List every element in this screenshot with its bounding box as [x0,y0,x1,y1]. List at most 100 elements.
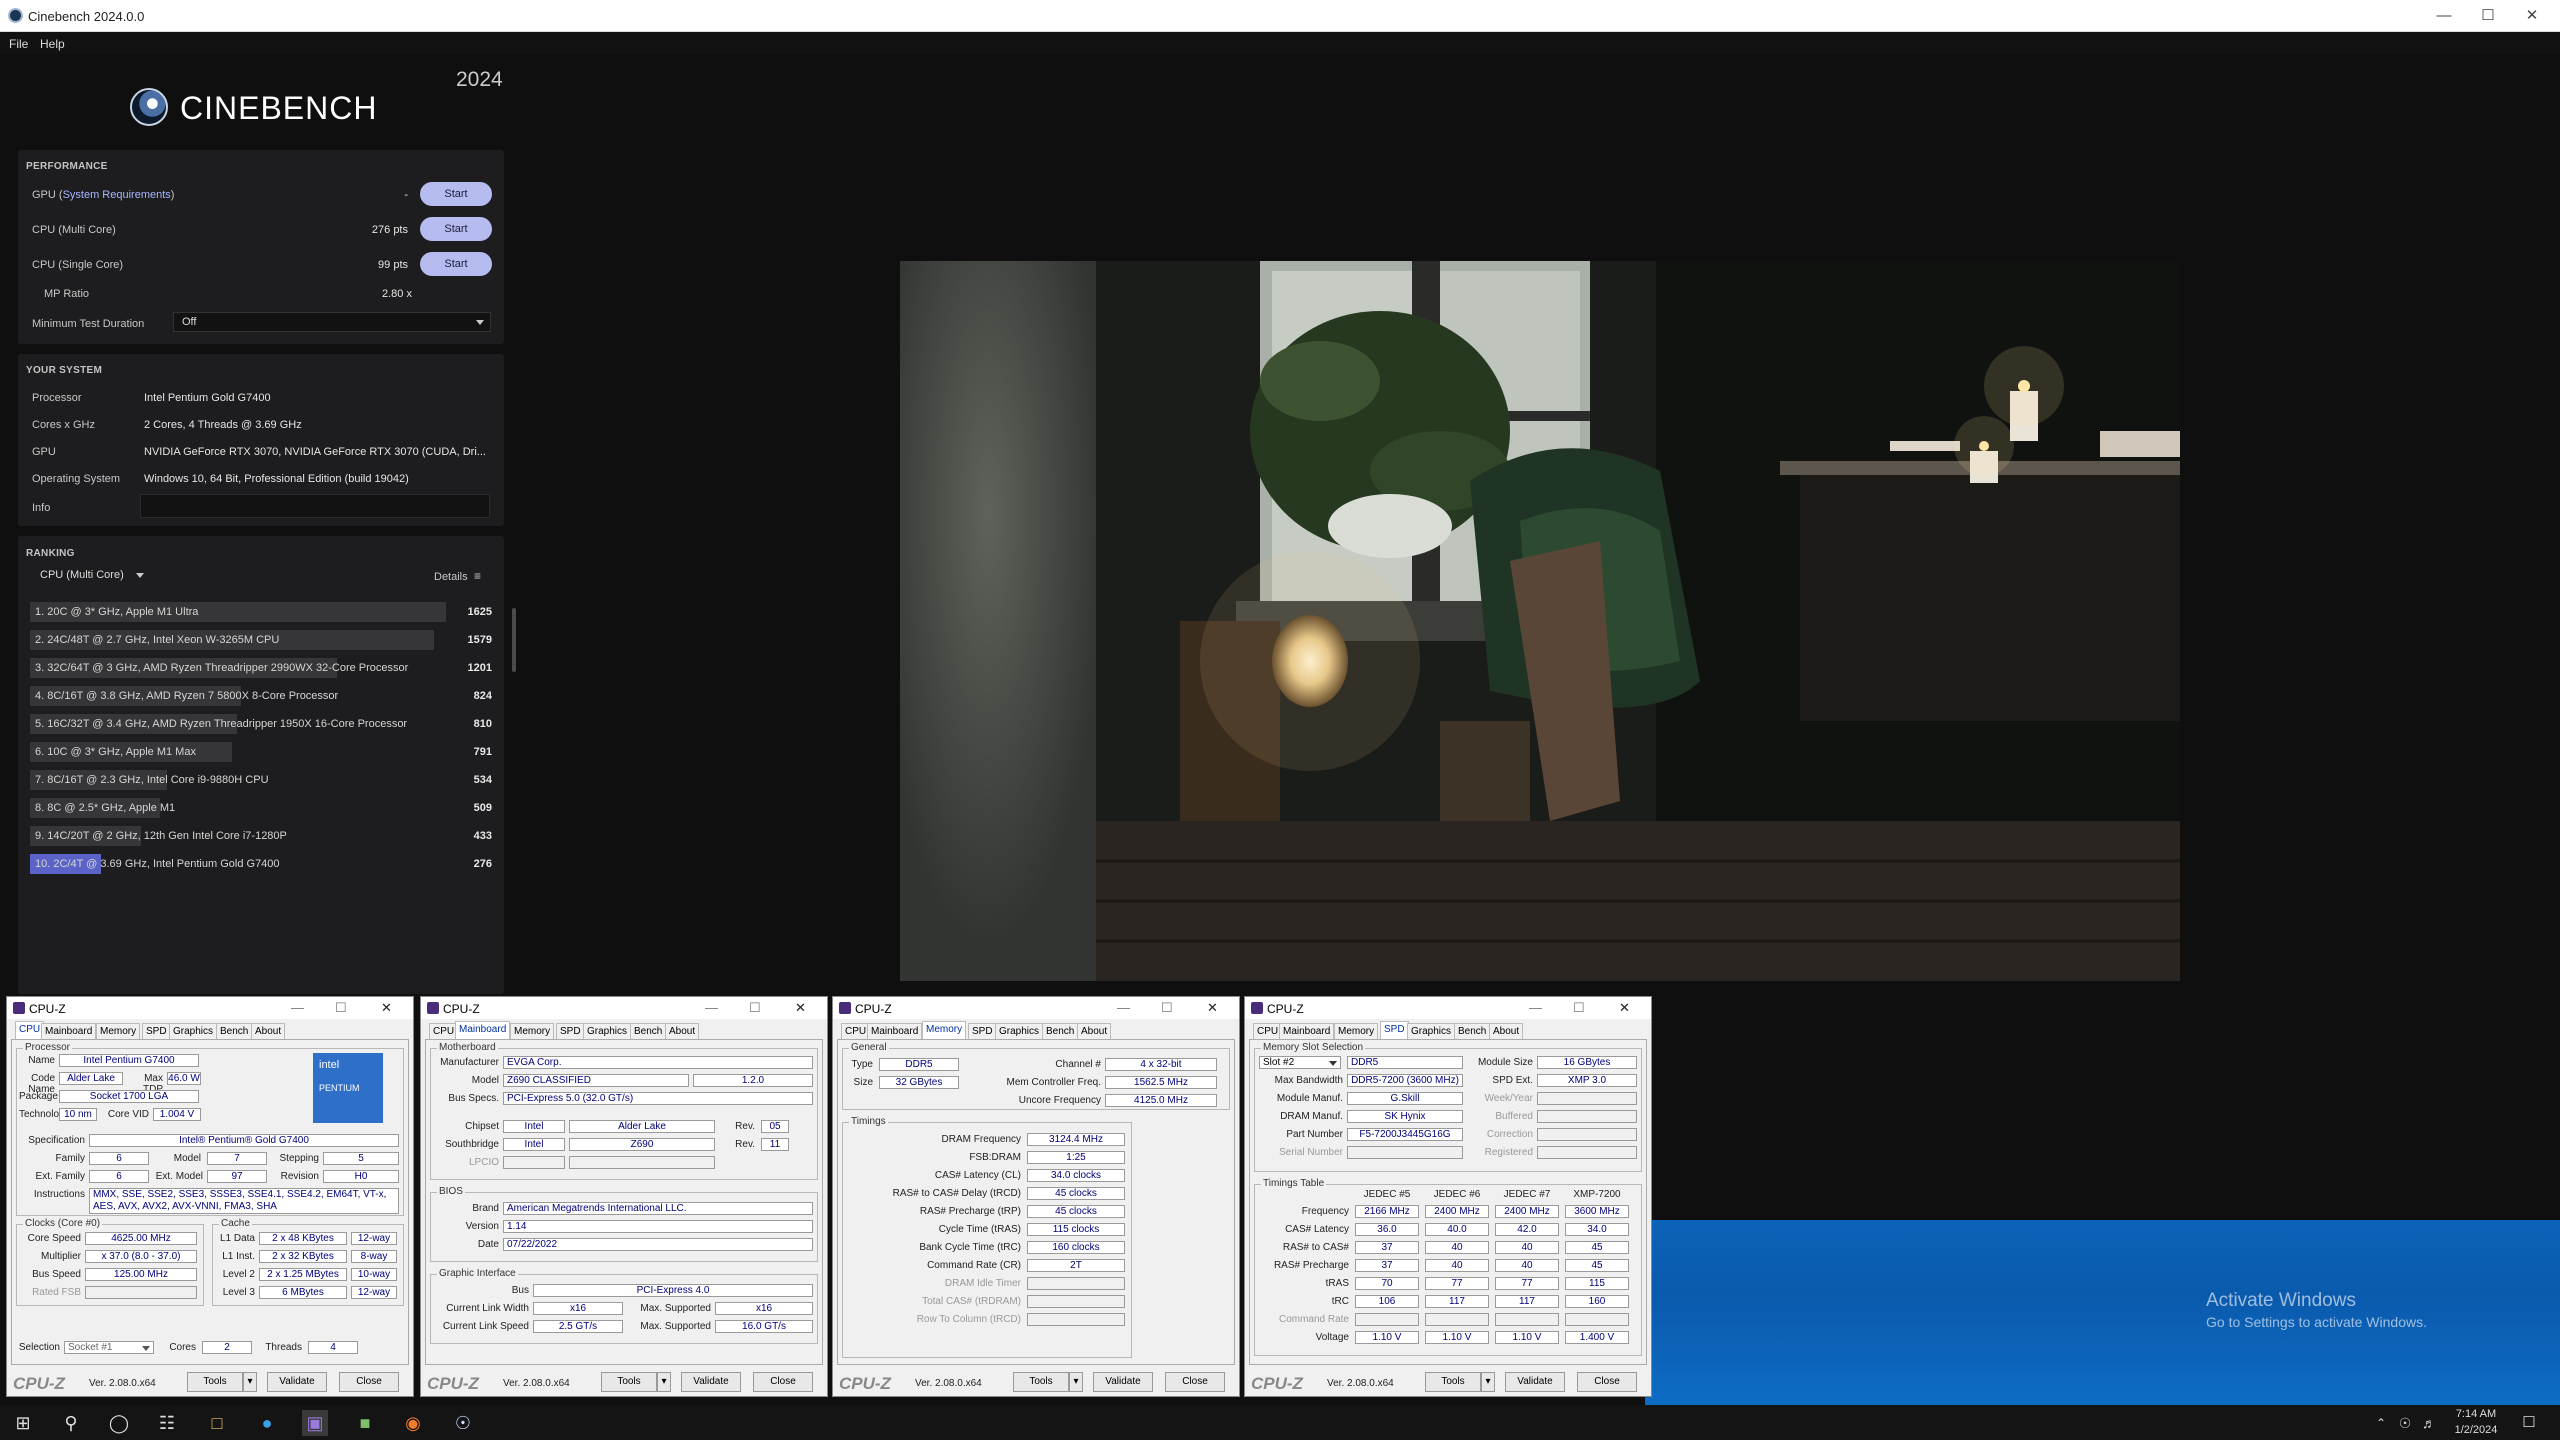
tab-mainboard[interactable]: Mainboard [867,1023,923,1039]
validate-button[interactable]: Validate [267,1372,327,1392]
tab-memory[interactable]: Memory [96,1023,141,1039]
menu-help[interactable]: Help [40,37,65,51]
file-explorer-icon[interactable]: □ [204,1410,230,1436]
ranking-row[interactable]: 6. 10C @ 3* GHz, Apple M1 Max 791 [30,742,492,762]
minimize-icon[interactable]: — [1117,1000,1130,1015]
gpuz-taskbar-icon[interactable]: ■ [352,1410,378,1436]
tab-graphics[interactable]: Graphics [995,1023,1044,1039]
tab-cpu[interactable]: CPU [841,1023,871,1039]
tab-graphics[interactable]: Graphics [169,1023,218,1039]
menu-file[interactable]: File [9,37,28,51]
panel-scrollbar[interactable] [512,608,516,672]
tab-spd[interactable]: SPD [968,1023,997,1039]
ranking-select[interactable]: CPU (Multi Core) [32,566,150,586]
tab-mainboard[interactable]: Mainboard [455,1021,511,1039]
task-view-icon[interactable]: ☷ [154,1410,180,1436]
close-icon[interactable]: ✕ [795,1000,806,1016]
maximize-icon[interactable]: ☐ [335,1000,347,1016]
cinebench-taskbar-icon[interactable]: ☉ [450,1410,476,1436]
close-button[interactable]: Close [339,1372,399,1392]
close-button[interactable]: Close [1577,1372,1637,1392]
minimize-icon[interactable]: — [291,1000,304,1015]
tab-cpu[interactable]: CPU [429,1023,459,1039]
validate-button[interactable]: Validate [681,1372,741,1392]
minimize-icon[interactable]: — [2424,4,2464,28]
ranking-row[interactable]: 1. 20C @ 3* GHz, Apple M1 Ultra 1625 [30,602,492,622]
tab-about[interactable]: About [251,1023,286,1039]
tab-bench[interactable]: Bench [630,1023,667,1039]
tab-about[interactable]: About [1077,1023,1112,1039]
close-icon[interactable]: ✕ [2512,4,2552,28]
tab-bench[interactable]: Bench [1454,1023,1491,1039]
tab-mainboard[interactable]: Mainboard [1279,1023,1335,1039]
selection-select[interactable]: Socket #1 [64,1341,154,1354]
close-icon[interactable]: ✕ [381,1000,392,1016]
tab-memory[interactable]: Memory [922,1021,967,1039]
tab-graphics[interactable]: Graphics [1407,1023,1456,1039]
tools-button[interactable]: Tools [1425,1372,1481,1392]
selection-value: Socket #1 [68,1342,113,1353]
tab-mainboard[interactable]: Mainboard [41,1023,97,1039]
firefox-icon[interactable]: ◉ [400,1410,426,1436]
cpu-multi-start-button[interactable]: Start [420,217,492,241]
maximize-icon[interactable]: ☐ [1573,1000,1585,1016]
chevron-down-icon[interactable]: ▾ [657,1372,671,1392]
tools-button[interactable]: Tools [187,1372,243,1392]
close-icon[interactable]: ✕ [1619,1000,1630,1016]
chevron-down-icon[interactable]: ▾ [1069,1372,1083,1392]
cpuz-taskbar-icon[interactable]: ▣ [302,1410,328,1436]
slot-select[interactable]: Slot #2 [1259,1056,1341,1069]
chevron-down-icon[interactable]: ▾ [243,1372,257,1392]
tools-button[interactable]: Tools [601,1372,657,1392]
start-windows-icon[interactable]: ⊞ [10,1410,36,1436]
ranking-row[interactable]: 9. 14C/20T @ 2 GHz, 12th Gen Intel Core … [30,826,492,846]
chevron-up-icon[interactable]: ⌃ [2368,1410,2394,1436]
gpu-start-button[interactable]: Start [420,182,492,206]
clock-time[interactable]: 7:14 AM [2450,1408,2502,1420]
cpu-single-start-button[interactable]: Start [420,252,492,276]
tab-bench[interactable]: Bench [216,1023,253,1039]
tab-memory[interactable]: Memory [1334,1023,1379,1039]
system-requirements-link[interactable]: System Requirements [63,189,171,201]
chevron-down-icon[interactable]: ▾ [1481,1372,1495,1392]
ranking-row[interactable]: 5. 16C/32T @ 3.4 GHz, AMD Ryzen Threadri… [30,714,492,734]
tab-cpu[interactable]: CPU [15,1021,45,1039]
close-button[interactable]: Close [1165,1372,1225,1392]
validate-button[interactable]: Validate [1505,1372,1565,1392]
edge-icon[interactable]: ● [254,1410,280,1436]
tab-spd[interactable]: SPD [1380,1021,1409,1039]
info-input[interactable] [140,494,490,518]
clock-date[interactable]: 1/2/2024 [2450,1424,2502,1436]
minimize-icon[interactable]: — [705,1000,718,1015]
volume-icon[interactable]: ♬ [2416,1410,2442,1436]
maximize-icon[interactable]: ☐ [749,1000,761,1016]
close-icon[interactable]: ✕ [1207,1000,1218,1016]
tab-bench[interactable]: Bench [1042,1023,1079,1039]
network-icon[interactable]: ☉ [2392,1410,2418,1436]
ranking-row[interactable]: 8. 8C @ 2.5* GHz, Apple M1 509 [30,798,492,818]
ranking-row[interactable]: 7. 8C/16T @ 2.3 GHz, Intel Core i9-9880H… [30,770,492,790]
details-button[interactable]: Details [434,571,468,583]
tab-spd[interactable]: SPD [142,1023,171,1039]
tab-about[interactable]: About [1489,1023,1524,1039]
validate-button[interactable]: Validate [1093,1372,1153,1392]
tools-button[interactable]: Tools [1013,1372,1069,1392]
maximize-icon[interactable]: ☐ [1161,1000,1173,1016]
ranking-row[interactable]: 4. 8C/16T @ 3.8 GHz, AMD Ryzen 7 5800X 8… [30,686,492,706]
min-duration-select[interactable]: Off [173,312,491,332]
ranking-row[interactable]: 2. 24C/48T @ 2.7 GHz, Intel Xeon W-3265M… [30,630,492,650]
filter-icon[interactable]: ≡ [474,569,481,583]
tab-graphics[interactable]: Graphics [583,1023,632,1039]
maximize-icon[interactable]: ☐ [2468,4,2508,28]
tab-about[interactable]: About [665,1023,700,1039]
close-button[interactable]: Close [753,1372,813,1392]
tab-spd[interactable]: SPD [556,1023,585,1039]
search-icon[interactable]: ⚲ [58,1410,84,1436]
notifications-icon[interactable]: ☐ [2516,1410,2542,1436]
tab-cpu[interactable]: CPU [1253,1023,1283,1039]
ranking-row[interactable]: 3. 32C/64T @ 3 GHz, AMD Ryzen Threadripp… [30,658,492,678]
cortana-icon[interactable]: ◯ [106,1410,132,1436]
minimize-icon[interactable]: — [1529,1000,1542,1015]
ranking-row[interactable]: 10. 2C/4T @ 3.69 GHz, Intel Pentium Gold… [30,854,492,874]
tab-memory[interactable]: Memory [510,1023,555,1039]
